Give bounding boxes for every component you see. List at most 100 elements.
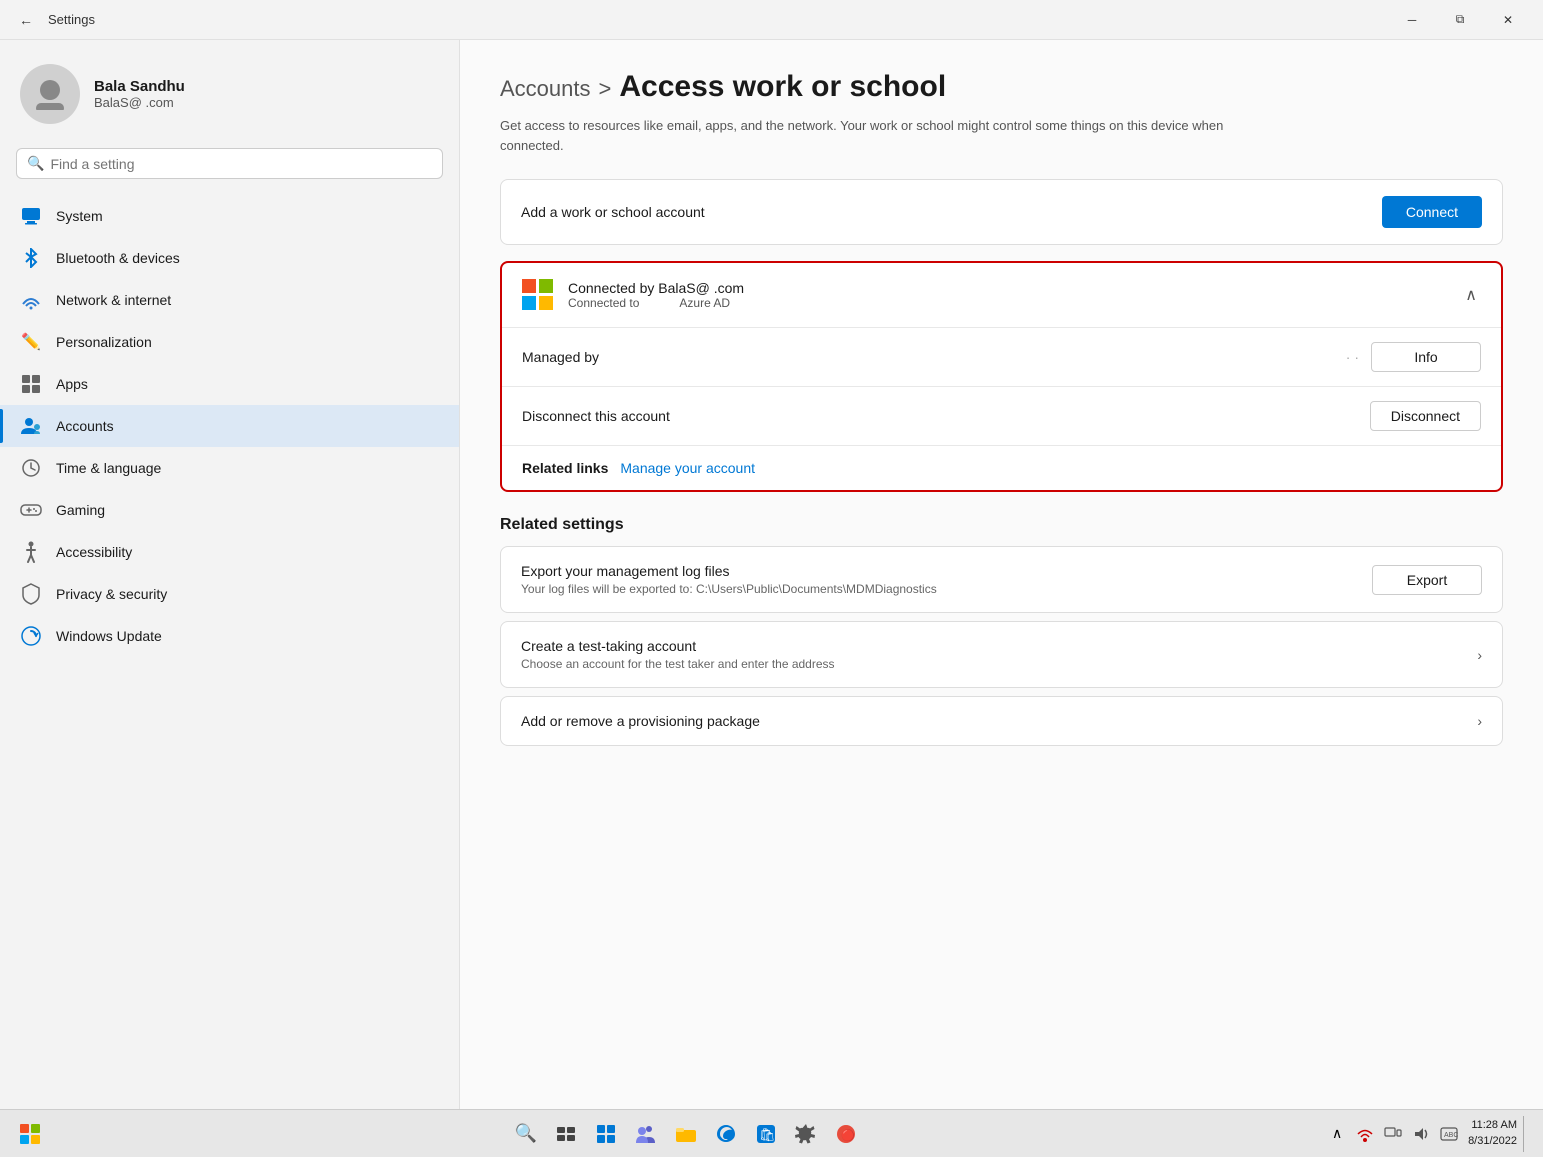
export-button[interactable]: Export xyxy=(1372,565,1482,595)
manage-account-link[interactable]: Manage your account xyxy=(620,460,755,476)
connected-to-value: Azure AD xyxy=(679,296,730,310)
managed-by-label: Managed by xyxy=(522,349,1334,365)
back-button[interactable]: ← xyxy=(12,6,40,34)
sidebar-item-gaming[interactable]: Gaming xyxy=(0,489,459,531)
connect-button[interactable]: Connect xyxy=(1382,196,1482,228)
test-account-desc: Choose an account for the test taker and… xyxy=(521,657,1477,671)
accounts-icon xyxy=(20,415,42,437)
sidebar-item-accessibility[interactable]: Accessibility xyxy=(0,531,459,573)
provisioning-info: Add or remove a provisioning package xyxy=(521,713,1477,729)
sidebar-item-privacy[interactable]: Privacy & security xyxy=(0,573,459,615)
test-account-info: Create a test-taking account Choose an a… xyxy=(521,638,1477,671)
export-logs-row: Export your management log files Your lo… xyxy=(500,546,1503,613)
sidebar-item-label-time: Time & language xyxy=(56,460,161,476)
taskbar-right: ∧ ABC 11:28 AM 8/31/2022 xyxy=(1324,1116,1531,1152)
svg-text:ABC: ABC xyxy=(1444,1132,1458,1139)
breadcrumb-parent[interactable]: Accounts xyxy=(500,76,591,102)
taskbar-settings[interactable] xyxy=(788,1116,824,1152)
sidebar-item-bluetooth[interactable]: Bluetooth & devices xyxy=(0,237,459,279)
user-profile: Bala Sandhu BalaS@ .com xyxy=(0,56,459,144)
tray-chevron-up[interactable]: ∧ xyxy=(1324,1121,1350,1147)
connected-by-text: Connected by BalaS@ .com xyxy=(568,280,1447,296)
ms-logo-blue xyxy=(522,296,536,310)
windows-logo xyxy=(20,1124,40,1144)
sidebar-item-apps[interactable]: Apps xyxy=(0,363,459,405)
taskbar-explorer[interactable] xyxy=(668,1116,704,1152)
test-account-title: Create a test-taking account xyxy=(521,638,1477,654)
ms-logo-green xyxy=(539,279,553,293)
sidebar-item-system[interactable]: System xyxy=(0,195,459,237)
sidebar-item-personalization[interactable]: ✏️ Personalization xyxy=(0,321,459,363)
connected-account-card: Connected by BalaS@ .com Connected to Az… xyxy=(500,261,1503,492)
app-body: Bala Sandhu BalaS@ .com 🔍 System Bluetoo… xyxy=(0,40,1543,1109)
test-account-chevron: › xyxy=(1477,647,1482,663)
network-icon xyxy=(20,289,42,311)
show-desktop-button[interactable] xyxy=(1523,1116,1531,1152)
title-bar: ← Settings ─ ⧉ ✕ xyxy=(0,0,1543,40)
bluetooth-icon xyxy=(20,247,42,269)
collapse-button[interactable]: ∧ xyxy=(1461,281,1481,309)
provisioning-title: Add or remove a provisioning package xyxy=(521,713,1477,729)
sidebar-item-label-apps: Apps xyxy=(56,376,88,392)
taskbar: 🔍 🛍 xyxy=(0,1109,1543,1157)
taskbar-taskview[interactable] xyxy=(548,1116,584,1152)
page-title: Access work or school xyxy=(619,70,946,104)
info-button[interactable]: Info xyxy=(1371,342,1481,372)
add-account-section: Add a work or school account Connect xyxy=(500,179,1503,245)
sidebar-item-label-personalization: Personalization xyxy=(56,334,152,350)
windows-update-icon xyxy=(20,625,42,647)
taskbar-center: 🔍 🛍 xyxy=(54,1116,1318,1152)
minimize-button[interactable]: ─ xyxy=(1389,4,1435,36)
taskbar-teams[interactable] xyxy=(628,1116,664,1152)
sidebar-item-network[interactable]: Network & internet xyxy=(0,279,459,321)
main-content: Accounts > Access work or school Get acc… xyxy=(460,40,1543,1109)
sidebar-item-time[interactable]: Time & language xyxy=(0,447,459,489)
test-account-row[interactable]: Create a test-taking account Choose an a… xyxy=(500,621,1503,688)
search-icon: 🔍 xyxy=(27,155,44,172)
related-settings-title: Related settings xyxy=(500,516,1503,534)
add-account-label: Add a work or school account xyxy=(521,204,705,220)
export-logs-desc: Your log files will be exported to: C:\U… xyxy=(521,582,1372,596)
avatar xyxy=(20,64,80,124)
taskbar-widgets[interactable] xyxy=(588,1116,624,1152)
start-button[interactable] xyxy=(12,1116,48,1152)
system-tray: ∧ ABC xyxy=(1324,1121,1462,1147)
breadcrumb: Accounts > Access work or school xyxy=(500,70,1503,104)
clock-time: 11:28 AM xyxy=(1471,1118,1517,1133)
ms-logo-red xyxy=(522,279,536,293)
sidebar-item-label-windows-update: Windows Update xyxy=(56,628,162,644)
provisioning-row[interactable]: Add or remove a provisioning package › xyxy=(500,696,1503,746)
tray-keyboard[interactable]: ABC xyxy=(1436,1121,1462,1147)
accessibility-icon xyxy=(20,541,42,563)
search-input[interactable] xyxy=(50,156,432,172)
sidebar-item-label-bluetooth: Bluetooth & devices xyxy=(56,250,180,266)
export-logs-info: Export your management log files Your lo… xyxy=(521,563,1372,596)
related-links-label: Related links xyxy=(522,460,608,476)
microsoft-logo xyxy=(522,279,554,311)
sidebar-item-label-network: Network & internet xyxy=(56,292,171,308)
managed-by-row: Managed by · · Info xyxy=(502,328,1501,387)
related-links-row: Related links Manage your account xyxy=(502,446,1501,490)
taskbar-clock[interactable]: 11:28 AM 8/31/2022 xyxy=(1468,1118,1517,1149)
tray-display[interactable] xyxy=(1380,1121,1406,1147)
taskbar-devtools[interactable]: 🔴 xyxy=(828,1116,864,1152)
title-bar-title: Settings xyxy=(48,12,95,27)
maximize-button[interactable]: ⧉ xyxy=(1437,4,1483,36)
tray-network[interactable] xyxy=(1352,1121,1378,1147)
connected-to-label: Connected to xyxy=(568,296,639,310)
taskbar-edge[interactable] xyxy=(708,1116,744,1152)
svg-text:🛍: 🛍 xyxy=(759,1127,776,1142)
sidebar-item-accounts[interactable]: Accounts xyxy=(0,405,459,447)
ms-logo-yellow xyxy=(539,296,553,310)
tray-volume[interactable] xyxy=(1408,1121,1434,1147)
taskbar-search[interactable]: 🔍 xyxy=(508,1116,544,1152)
breadcrumb-arrow: > xyxy=(599,76,612,102)
sidebar-item-windows-update[interactable]: Windows Update xyxy=(0,615,459,657)
managed-by-value: · · xyxy=(1346,349,1359,365)
search-box[interactable]: 🔍 xyxy=(16,148,443,179)
taskbar-store[interactable]: 🛍 xyxy=(748,1116,784,1152)
close-button[interactable]: ✕ xyxy=(1485,4,1531,36)
user-info: Bala Sandhu BalaS@ .com xyxy=(94,78,185,110)
connected-to-text: Connected to Azure AD xyxy=(568,296,1447,310)
disconnect-button[interactable]: Disconnect xyxy=(1370,401,1481,431)
